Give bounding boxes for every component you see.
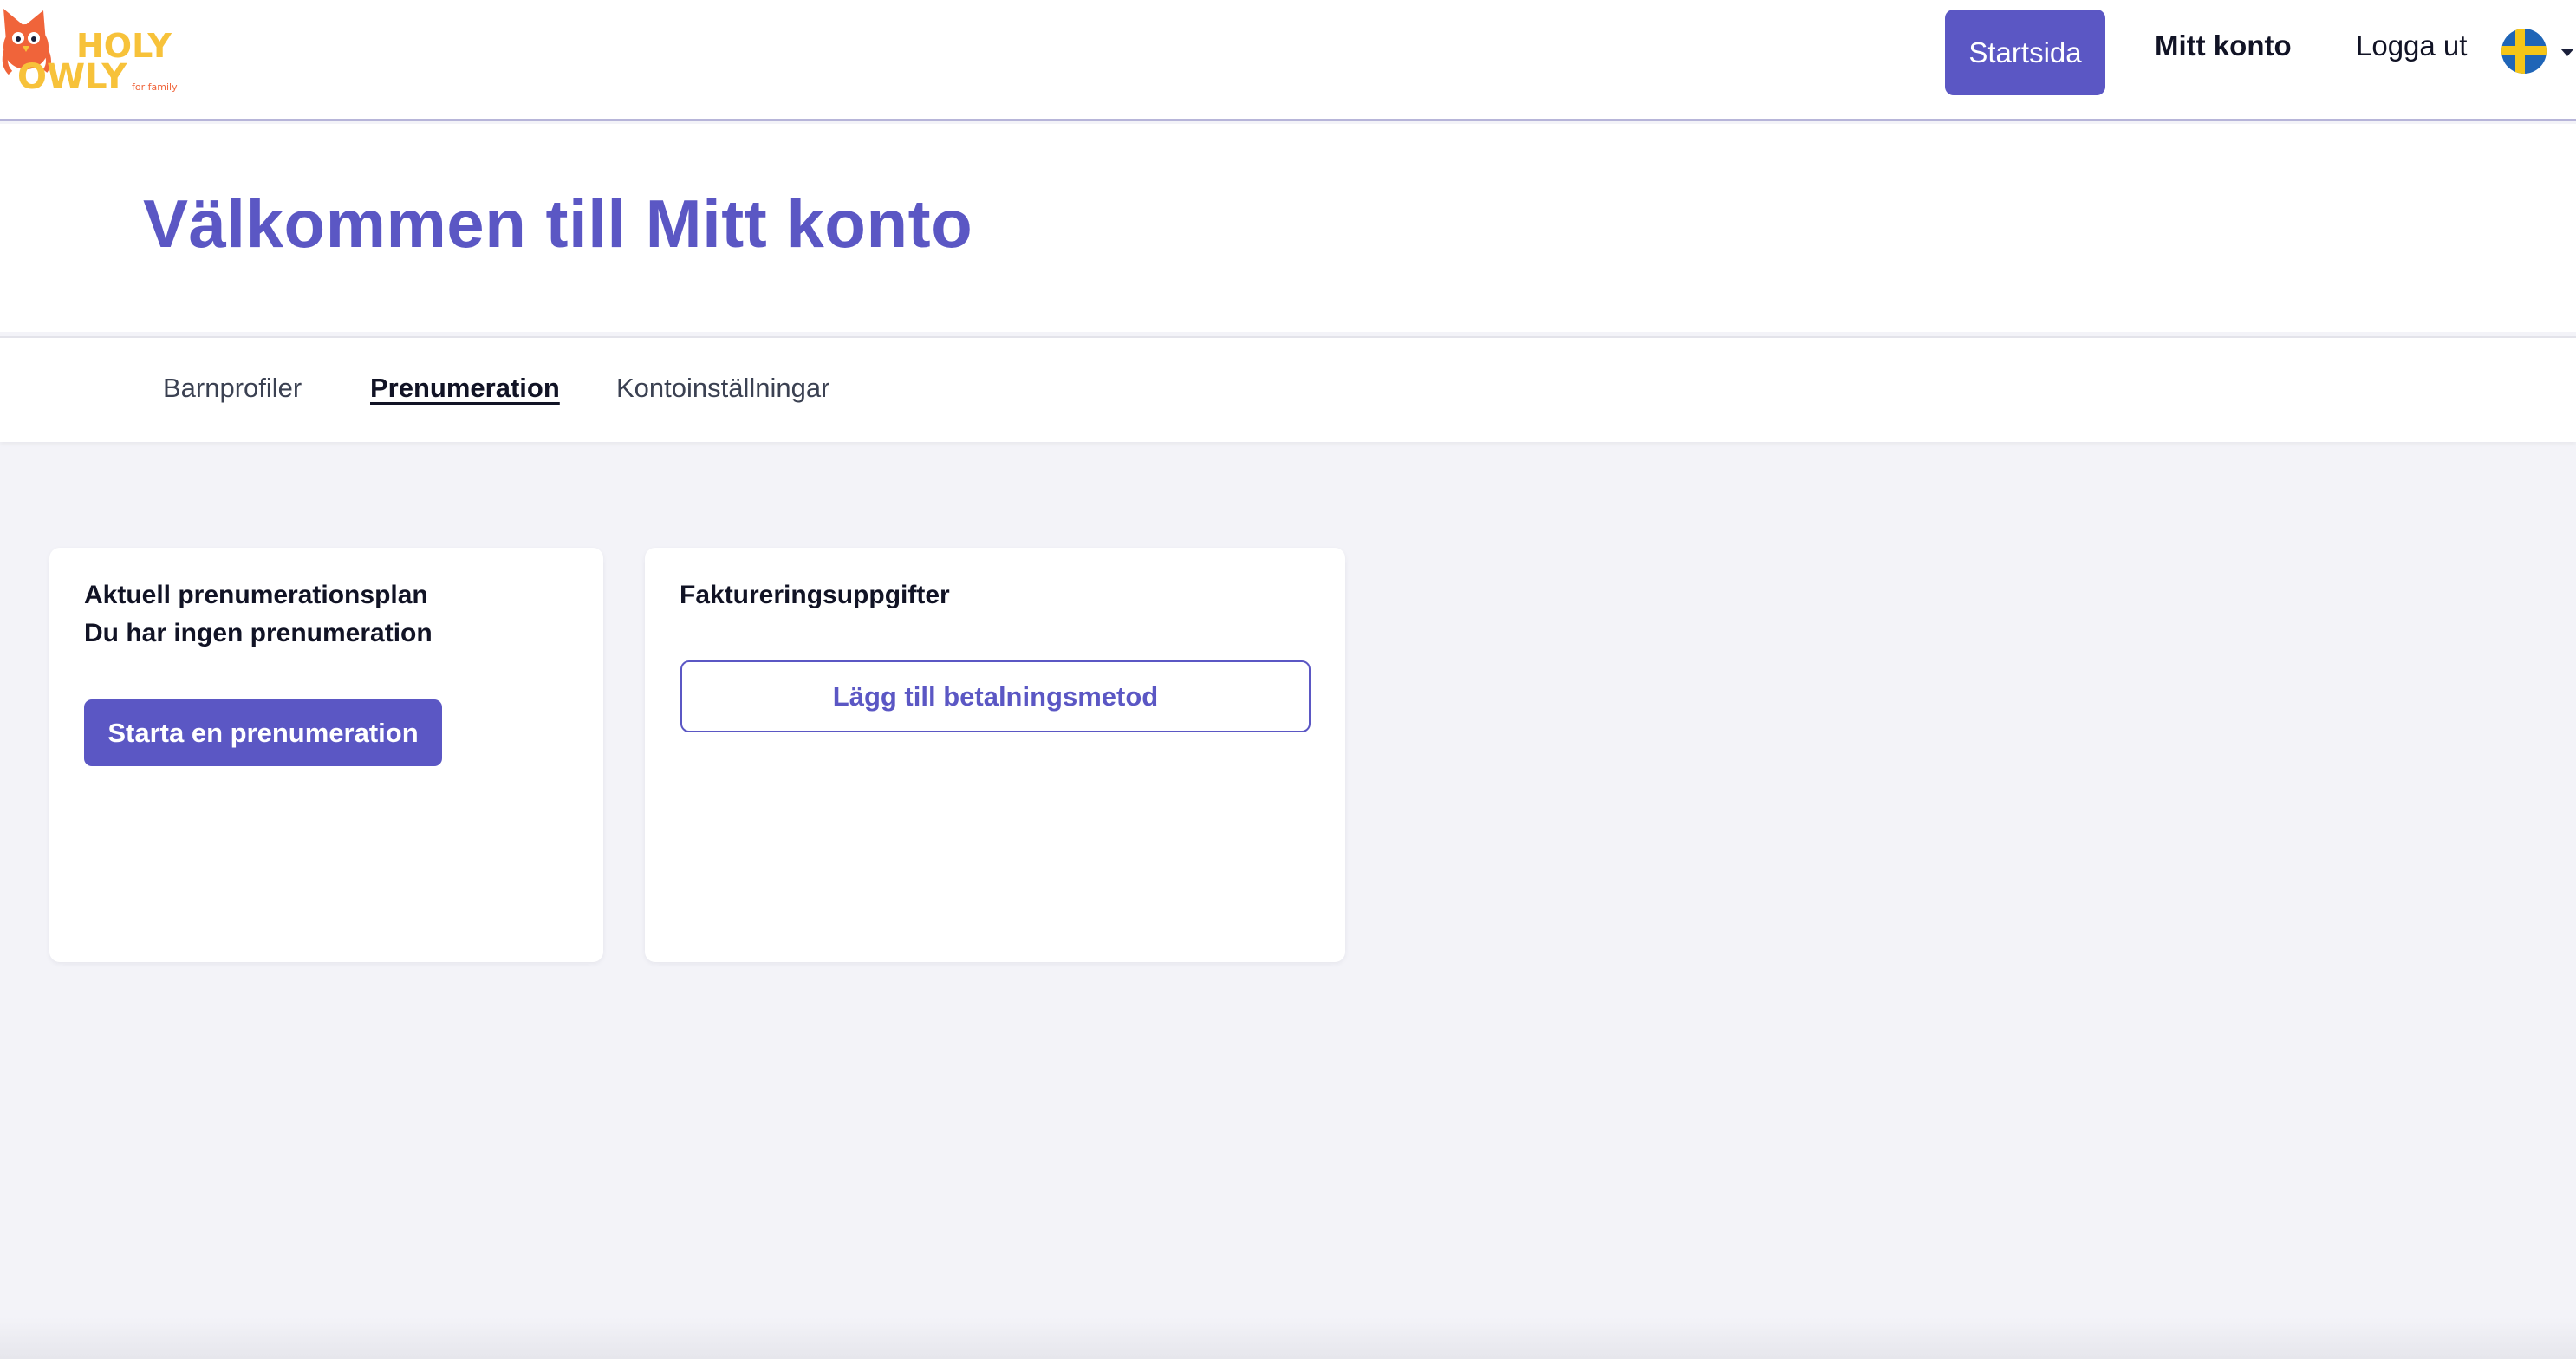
account-tabs: Barnprofiler Prenumeration Kontoinställn…: [0, 336, 2576, 442]
holy-owly-logo[interactable]: HOLY OWLY for family: [2, 0, 184, 97]
tab-account-settings[interactable]: Kontoinställningar: [616, 373, 829, 404]
welcome-banner: Välkommen till Mitt konto: [0, 124, 2576, 332]
page-bottom-edge: [0, 1317, 2576, 1359]
billing-card: Faktureringsuppgifter Lägg till betalnin…: [645, 548, 1345, 962]
my-account-link[interactable]: Mitt konto: [2155, 29, 2292, 68]
svg-text:OWLY: OWLY: [17, 57, 127, 97]
sweden-flag-icon[interactable]: [2501, 29, 2547, 74]
home-button[interactable]: Startsida: [1945, 10, 2105, 95]
tab-subscription[interactable]: Prenumeration: [370, 373, 560, 404]
billing-title: Faktureringsuppgifter: [680, 581, 950, 609]
logout-link[interactable]: Logga ut: [2356, 29, 2467, 68]
subscription-card: Aktuell prenumerationsplan Du har ingen …: [49, 548, 603, 962]
top-navigation: HOLY OWLY for family Startsida Mitt kont…: [0, 0, 2576, 121]
start-subscription-button[interactable]: Starta en prenumeration: [84, 699, 442, 766]
page-title: Välkommen till Mitt konto: [143, 185, 973, 262]
subscription-plan-title: Aktuell prenumerationsplan: [84, 581, 428, 609]
tab-child-profiles[interactable]: Barnprofiler: [163, 373, 302, 404]
caret-down-icon[interactable]: [2560, 49, 2574, 56]
subscription-status: Du har ingen prenumeration: [84, 619, 433, 647]
svg-text:for family: for family: [132, 81, 178, 93]
add-payment-method-button[interactable]: Lägg till betalningsmetod: [680, 660, 1311, 732]
